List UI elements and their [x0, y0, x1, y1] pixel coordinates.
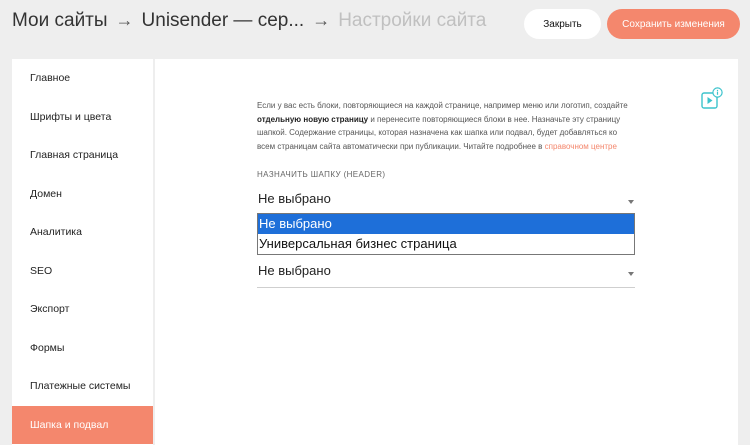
description-text: Если у вас есть блоки, повторяющиеся на …	[257, 101, 628, 110]
sidebar-item-fonts-colors[interactable]: Шрифты и цвета	[12, 98, 153, 137]
header-select-value: Не выбрано	[258, 191, 331, 206]
dropdown-option-business-page[interactable]: Универсальная бизнес страница	[258, 234, 634, 254]
sidebar-item-forms[interactable]: Формы	[12, 329, 153, 368]
close-button[interactable]: Закрыть	[524, 9, 601, 39]
breadcrumb-arrow-icon: →	[312, 10, 331, 30]
sidebar-item-seo[interactable]: SEO	[12, 252, 153, 291]
sidebar-item-export[interactable]: Экспорт	[12, 290, 153, 329]
sidebar-item-domain[interactable]: Домен	[12, 175, 153, 214]
save-changes-button[interactable]: Сохранить изменения	[607, 9, 740, 39]
top-bar: Мои сайты → Unisender — сер... → Настройки с…	[0, 0, 750, 48]
breadcrumb-current: Настройки сайта	[338, 10, 487, 31]
header-field-label: НАЗНАЧИТЬ ШАПКУ (HEADER)	[257, 170, 386, 179]
breadcrumb-site[interactable]: Unisender — сер...	[142, 10, 305, 31]
breadcrumb-arrow-icon: →	[115, 10, 134, 30]
footer-select[interactable]: Не выбрано	[257, 260, 635, 288]
dropdown-option-not-selected[interactable]: Не выбрано	[258, 214, 634, 234]
sidebar-item-header-footer[interactable]: Шапка и подвал	[12, 405, 153, 444]
sidebar-item-payment-systems[interactable]: Платежные системы	[12, 367, 153, 406]
header-select-dropdown: Не выбрано Универсальная бизнес страница	[257, 213, 635, 255]
settings-sidebar: Главное Шрифты и цвета Главная страница …	[12, 59, 153, 445]
sidebar-item-home-page[interactable]: Главная страница	[12, 136, 153, 175]
breadcrumb-my-sites[interactable]: Мои сайты	[12, 10, 108, 31]
sidebar-item-analytics[interactable]: Аналитика	[12, 213, 153, 252]
video-help-icon[interactable]	[700, 87, 724, 111]
header-select[interactable]: Не выбрано	[257, 188, 635, 216]
caret-down-icon	[628, 272, 634, 276]
breadcrumb: Мои сайты → Unisender — сер... → Настройки с…	[12, 10, 486, 32]
header-footer-description: Если у вас есть блоки, повторяющиеся на …	[257, 99, 635, 153]
footer-select-value: Не выбрано	[258, 263, 331, 278]
sidebar-item-main[interactable]: Главное	[12, 59, 153, 98]
description-bold-text: отдельную новую страницу	[257, 114, 369, 124]
help-center-link[interactable]: справочном центре	[545, 142, 617, 151]
caret-down-icon	[628, 200, 634, 204]
